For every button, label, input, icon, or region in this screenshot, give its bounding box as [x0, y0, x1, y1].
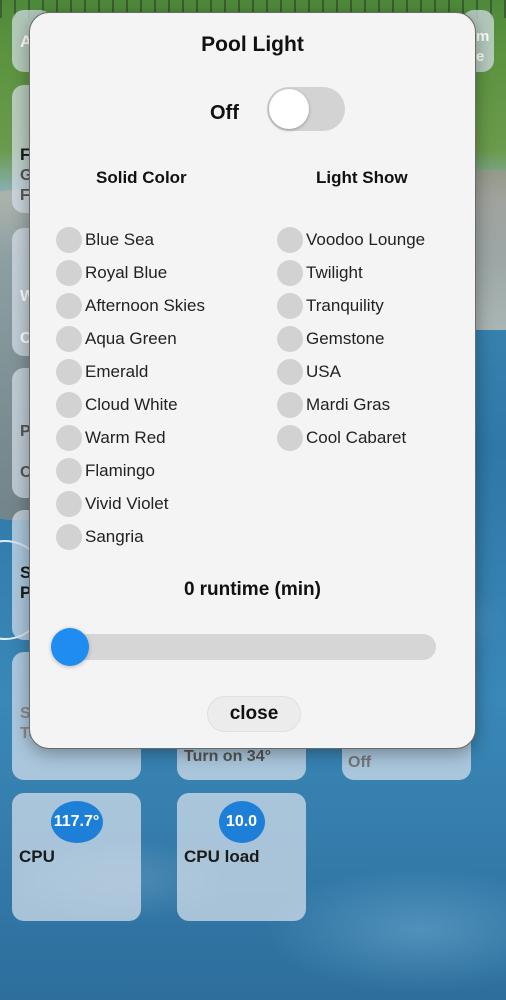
light-show-option[interactable]: USA: [277, 355, 425, 388]
solid-color-option[interactable]: Sangria: [56, 520, 205, 553]
tile-top-right-label: m: [476, 28, 490, 45]
light-show-option-label: Mardi Gras: [306, 394, 391, 414]
runtime-readout: 0 runtime (min): [30, 579, 475, 601]
pool-light-dialog: Pool Light Off Solid Color Light Show Bl…: [29, 12, 476, 749]
radio-button[interactable]: [56, 292, 82, 319]
light-show-option[interactable]: Tranquility: [277, 289, 425, 322]
toggle-knob[interactable]: [269, 89, 309, 129]
slider-thumb[interactable]: [51, 628, 89, 666]
light-show-option[interactable]: Gemstone: [277, 322, 425, 355]
radio-button[interactable]: [277, 358, 303, 385]
solid-color-header: Solid Color: [96, 168, 187, 187]
runtime-label: runtime (min): [199, 579, 321, 600]
dialog-title: Pool Light: [201, 33, 304, 56]
radio-button[interactable]: [56, 325, 82, 352]
solid-color-option-label: Afternoon Skies: [85, 295, 206, 315]
solid-color-option-label: Warm Red: [85, 427, 166, 447]
solid-color-option-label: Vivid Violet: [85, 493, 169, 513]
radio-button[interactable]: [56, 391, 82, 418]
tile-cpu-load[interactable]: 10.0 CPU load: [177, 793, 306, 921]
solid-color-option-label: Royal Blue: [85, 262, 168, 282]
solid-color-option[interactable]: Cloud White: [56, 388, 205, 421]
solid-color-option[interactable]: Aqua Green: [56, 322, 205, 355]
solid-color-option-label: Aqua Green: [85, 328, 177, 348]
light-show-list: Voodoo Lounge Twilight Tranquility Gemstone…: [277, 223, 425, 454]
solid-color-option-label: Blue Sea: [85, 229, 154, 249]
solid-color-option[interactable]: Warm Red: [56, 421, 205, 454]
solid-color-option[interactable]: Afternoon Skies: [56, 289, 205, 322]
light-show-option[interactable]: Twilight: [277, 256, 425, 289]
solid-color-list: Blue Sea Royal Blue Afternoon Skies Aqua Gr…: [56, 223, 205, 553]
light-show-option-label: USA: [306, 361, 341, 381]
cpu-load-label: CPU load: [184, 847, 260, 866]
solid-color-option-label: Emerald: [85, 361, 149, 381]
radio-button[interactable]: [56, 226, 82, 253]
radio-button[interactable]: [277, 292, 303, 319]
radio-button[interactable]: [277, 424, 303, 451]
cpu-temp-label: CPU: [19, 847, 55, 866]
solid-color-option[interactable]: Flamingo: [56, 454, 205, 487]
radio-button[interactable]: [56, 523, 82, 550]
light-show-option-label: Gemstone: [306, 328, 385, 348]
solid-color-option[interactable]: Emerald: [56, 355, 205, 388]
light-show-option-label: Voodoo Lounge: [306, 229, 426, 249]
off-label: Off: [348, 754, 372, 771]
radio-button[interactable]: [56, 490, 82, 517]
radio-button[interactable]: [56, 259, 82, 286]
light-show-option[interactable]: Voodoo Lounge: [277, 223, 425, 256]
power-state-label: Off: [210, 102, 239, 124]
solid-color-option-label: Flamingo: [85, 460, 155, 480]
radio-button[interactable]: [277, 325, 303, 352]
solid-color-option[interactable]: Vivid Violet: [56, 487, 205, 520]
radio-button[interactable]: [56, 457, 82, 484]
cpu-temp-badge: 117.7°: [50, 801, 103, 843]
tile-cpu-temp[interactable]: 117.7° CPU: [12, 793, 141, 921]
light-show-option[interactable]: Mardi Gras: [277, 388, 425, 421]
cpu-load-badge: 10.0: [218, 801, 265, 843]
radio-button[interactable]: [56, 358, 82, 385]
solid-color-option-label: Sangria: [85, 526, 144, 546]
light-show-header: Light Show: [316, 168, 408, 187]
light-show-option[interactable]: Cool Cabaret: [277, 421, 425, 454]
radio-button[interactable]: [277, 259, 303, 286]
solid-color-option[interactable]: Royal Blue: [56, 256, 205, 289]
tile-top-right-label-2: e: [476, 48, 485, 65]
runtime-value: 0: [184, 579, 195, 600]
turn-on-label: Turn on 34°: [184, 748, 271, 765]
light-show-option-label: Twilight: [306, 262, 363, 282]
close-button[interactable]: close: [207, 696, 301, 732]
solid-color-option-label: Cloud White: [85, 394, 178, 414]
light-show-option-label: Cool Cabaret: [306, 427, 407, 447]
radio-button[interactable]: [277, 391, 303, 418]
solid-color-option[interactable]: Blue Sea: [56, 223, 205, 256]
power-toggle[interactable]: [267, 87, 345, 131]
runtime-slider[interactable]: [51, 628, 436, 666]
radio-button[interactable]: [277, 226, 303, 253]
light-show-option-label: Tranquility: [306, 295, 384, 315]
radio-button[interactable]: [56, 424, 82, 451]
